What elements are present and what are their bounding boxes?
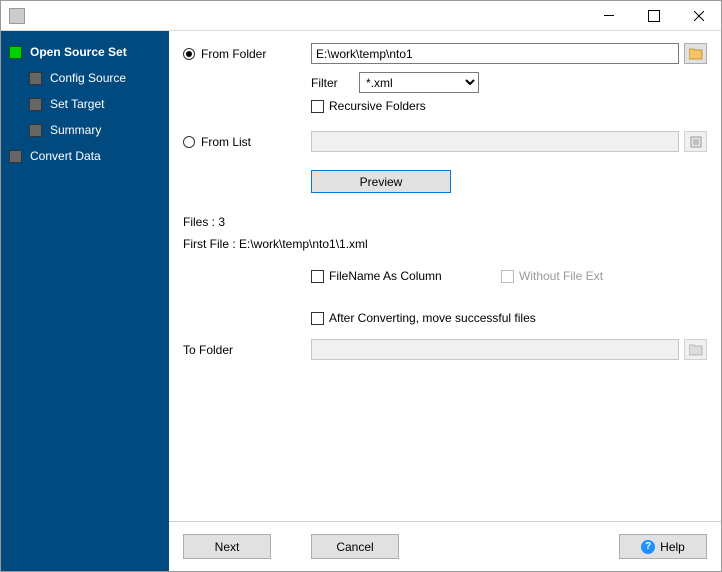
to-folder-input bbox=[311, 339, 679, 360]
step-box-icon bbox=[29, 98, 42, 111]
preview-button[interactable]: Preview bbox=[311, 170, 451, 193]
from-folder-label: From Folder bbox=[201, 47, 266, 61]
body: Open Source Set Config Source Set Target… bbox=[1, 31, 721, 571]
from-folder-input[interactable] bbox=[311, 43, 679, 64]
from-list-input bbox=[311, 131, 679, 152]
sidebar-item-label: Open Source Set bbox=[30, 45, 127, 59]
help-button[interactable]: ? Help bbox=[619, 534, 707, 559]
after-convert-checkbox[interactable] bbox=[311, 312, 324, 325]
sidebar-item-open-source-set[interactable]: Open Source Set bbox=[1, 39, 169, 65]
folder-icon bbox=[689, 344, 703, 356]
recursive-label: Recursive Folders bbox=[329, 99, 426, 113]
step-box-icon bbox=[29, 72, 42, 85]
sidebar-item-label: Convert Data bbox=[30, 149, 101, 163]
titlebar bbox=[1, 1, 721, 31]
close-button[interactable] bbox=[676, 1, 721, 30]
preview-label: Preview bbox=[360, 175, 403, 189]
browse-list-button bbox=[684, 131, 707, 152]
from-list-radio[interactable] bbox=[183, 136, 195, 148]
list-icon bbox=[690, 136, 702, 148]
sidebar-item-label: Summary bbox=[50, 123, 101, 137]
filename-as-column-checkbox[interactable] bbox=[311, 270, 324, 283]
sidebar-item-summary[interactable]: Summary bbox=[1, 117, 169, 143]
from-folder-radio[interactable] bbox=[183, 48, 195, 60]
help-label: Help bbox=[660, 540, 685, 554]
step-box-icon bbox=[9, 150, 22, 163]
sidebar-item-convert-data[interactable]: Convert Data bbox=[1, 143, 169, 169]
app-window: Open Source Set Config Source Set Target… bbox=[0, 0, 722, 572]
wizard-sidebar: Open Source Set Config Source Set Target… bbox=[1, 31, 169, 571]
next-button[interactable]: Next bbox=[183, 534, 271, 559]
first-file-text: First File : E:\work\temp\nto1\1.xml bbox=[183, 237, 707, 251]
files-count-text: Files : 3 bbox=[183, 215, 707, 229]
cancel-button[interactable]: Cancel bbox=[311, 534, 399, 559]
recursive-checkbox[interactable] bbox=[311, 100, 324, 113]
cancel-label: Cancel bbox=[336, 540, 373, 554]
sidebar-item-label: Config Source bbox=[50, 71, 126, 85]
without-ext-label: Without File Ext bbox=[519, 269, 603, 283]
maximize-button[interactable] bbox=[631, 1, 676, 30]
browse-folder-button[interactable] bbox=[684, 43, 707, 64]
sidebar-item-set-target[interactable]: Set Target bbox=[1, 91, 169, 117]
to-folder-label: To Folder bbox=[183, 343, 233, 357]
filter-combo[interactable]: *.xml bbox=[359, 72, 479, 93]
next-label: Next bbox=[215, 540, 240, 554]
filter-label: Filter bbox=[311, 76, 359, 90]
without-ext-checkbox bbox=[501, 270, 514, 283]
sidebar-item-label: Set Target bbox=[50, 97, 104, 111]
sidebar-item-config-source[interactable]: Config Source bbox=[1, 65, 169, 91]
footer-bar: Next Cancel ? Help bbox=[169, 521, 721, 571]
minimize-button[interactable] bbox=[586, 1, 631, 30]
folder-icon bbox=[689, 48, 703, 60]
step-box-icon bbox=[9, 46, 22, 59]
from-list-label: From List bbox=[201, 135, 251, 149]
app-icon bbox=[9, 8, 25, 24]
step-box-icon bbox=[29, 124, 42, 137]
after-convert-label: After Converting, move successful files bbox=[329, 311, 536, 325]
filename-as-column-label: FileName As Column bbox=[329, 269, 442, 283]
help-icon: ? bbox=[641, 540, 655, 554]
main-panel: From Folder Filter *.xml Recursive Folde… bbox=[169, 31, 721, 571]
browse-to-folder-button bbox=[684, 339, 707, 360]
